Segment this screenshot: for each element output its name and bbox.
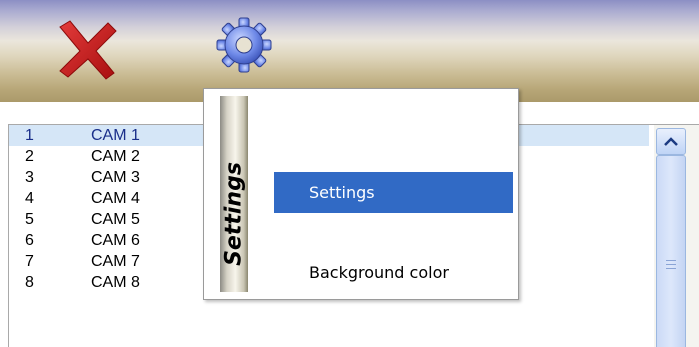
camera-name: CAM 1: [91, 127, 140, 144]
menu-item-settings[interactable]: Settings: [274, 172, 513, 213]
scroll-up-button[interactable]: [656, 128, 686, 155]
camera-number: 6: [25, 232, 34, 249]
settings-button[interactable]: [213, 14, 275, 76]
camera-number: 3: [25, 169, 34, 186]
camera-name: CAM 2: [91, 148, 140, 165]
chevron-up-icon: [664, 137, 678, 146]
menu-title: Settings: [221, 162, 247, 266]
camera-number: 1: [25, 127, 34, 144]
gear-icon: [216, 17, 272, 73]
camera-name: CAM 4: [91, 190, 140, 207]
camera-number: 2: [25, 148, 34, 165]
camera-number: 8: [25, 274, 34, 291]
toolbar: [0, 0, 699, 102]
menu-item-background-color[interactable]: Background color: [274, 252, 513, 293]
camera-number: 7: [25, 253, 34, 270]
close-icon: [59, 20, 117, 80]
camera-name: CAM 6: [91, 232, 140, 249]
camera-name: CAM 7: [91, 253, 140, 270]
camera-number: 4: [25, 190, 34, 207]
camera-name: CAM 8: [91, 274, 140, 291]
scroll-thumb[interactable]: [656, 155, 686, 347]
settings-menu: Settings Settings Background color: [203, 88, 519, 300]
menu-title-strip: Settings: [220, 96, 248, 292]
camera-number: 5: [25, 211, 34, 228]
camera-name: CAM 3: [91, 169, 140, 186]
close-button[interactable]: [54, 17, 122, 85]
camera-name: CAM 5: [91, 211, 140, 228]
scrollbar[interactable]: [654, 125, 699, 347]
thumb-grip: [666, 260, 676, 269]
